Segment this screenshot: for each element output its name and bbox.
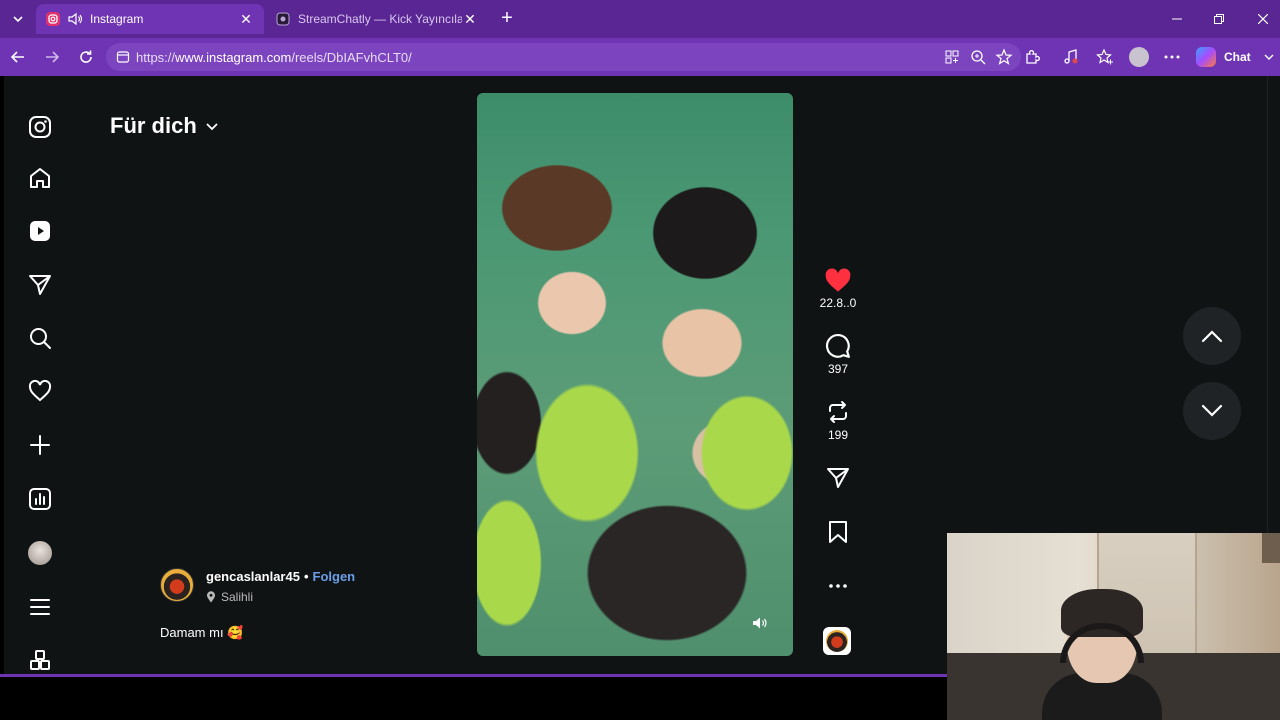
address-bar[interactable]: https://www.instagram.com/reels/DbIAFvhC…	[106, 43, 1021, 71]
direct-send-icon[interactable]	[26, 271, 54, 299]
new-tab-plus-icon[interactable]: +	[496, 8, 518, 30]
more-options-icon[interactable]	[824, 572, 852, 600]
site-info-icon[interactable]	[116, 50, 130, 64]
copilot-chat-button[interactable]: Chat	[1196, 45, 1275, 69]
previous-reel-button[interactable]	[1183, 307, 1241, 365]
location-pin-icon	[207, 591, 215, 603]
more-apps-icon[interactable]	[26, 646, 54, 674]
home-icon[interactable]	[26, 164, 54, 192]
liked-heart-icon[interactable]	[824, 266, 852, 294]
repost-action: 199	[809, 398, 867, 442]
app-install-icon[interactable]	[943, 48, 961, 66]
search-icon[interactable]	[26, 324, 54, 352]
restore-window-icon[interactable]	[1204, 8, 1234, 30]
back-arrow-icon[interactable]	[6, 45, 30, 69]
browser-tab-bar: Instagram ✕ StreamChatly — Kick Yayıncıl…	[0, 0, 1280, 38]
close-tab-icon[interactable]: ✕	[238, 11, 254, 28]
more-menu-icon[interactable]	[1162, 47, 1182, 67]
tab-actions-chevron-icon[interactable]	[6, 7, 30, 31]
chevron-down-icon	[1201, 404, 1223, 417]
heart-icon[interactable]	[26, 377, 54, 405]
instagram-favicon-icon	[46, 12, 60, 26]
more-action	[809, 572, 867, 600]
close-tab-icon[interactable]: ✕	[462, 11, 478, 28]
share-send-icon[interactable]	[824, 464, 852, 492]
tab-streamchatly[interactable]: StreamChatly — Kick Yayıncıları için ✕	[266, 4, 488, 34]
insights-icon[interactable]	[26, 485, 54, 513]
copilot-icon	[1196, 47, 1216, 67]
location[interactable]: Salihli	[206, 590, 253, 604]
next-reel-button[interactable]	[1183, 382, 1241, 440]
speaker-audio-icon[interactable]	[68, 12, 84, 26]
like-count: 22.8..0	[819, 296, 857, 310]
comment-count: 397	[827, 362, 849, 376]
close-window-icon[interactable]	[1248, 8, 1278, 30]
reel-caption: Damam mı 🥰	[160, 625, 244, 640]
streamchatly-favicon-icon	[276, 12, 290, 26]
follow-button[interactable]: Folgen	[313, 569, 356, 584]
chevron-down-icon	[206, 123, 218, 131]
url-text: https://www.instagram.com/reels/DbIAFvhC…	[136, 49, 412, 65]
zoom-icon[interactable]	[969, 48, 987, 66]
profile-avatar[interactable]	[1128, 46, 1150, 68]
like-action: 22.8..0	[809, 266, 867, 310]
reload-icon[interactable]	[74, 45, 98, 69]
tab-title: Instagram	[90, 12, 144, 26]
author-username[interactable]: gencaslanlar45	[206, 569, 300, 584]
comment-action: 397	[809, 332, 867, 376]
repost-count: 199	[827, 428, 849, 442]
favorite-star-icon[interactable]	[995, 48, 1013, 66]
menu-icon[interactable]	[26, 593, 54, 621]
comment-icon[interactable]	[824, 332, 852, 360]
feed-selector[interactable]: Für dich	[110, 113, 219, 139]
extensions-puzzle-icon[interactable]	[1022, 47, 1042, 67]
instagram-sidebar	[4, 76, 76, 674]
repost-icon[interactable]	[824, 398, 852, 426]
create-plus-icon[interactable]	[26, 431, 54, 459]
save-action	[809, 518, 867, 546]
tab-instagram[interactable]: Instagram ✕	[36, 4, 264, 34]
audio-toggle-icon[interactable]	[749, 612, 771, 634]
share-action	[809, 464, 867, 492]
chevron-down-icon	[1264, 54, 1274, 60]
webcam-overlay	[947, 533, 1280, 720]
location-label: Salihli	[221, 590, 254, 604]
media-control-icon[interactable]	[1061, 47, 1081, 67]
webcam-background-frame	[1262, 533, 1280, 563]
chat-label: Chat	[1224, 50, 1251, 64]
bookmark-icon[interactable]	[824, 518, 852, 546]
chevron-up-icon	[1201, 330, 1223, 343]
profile-avatar[interactable]	[26, 539, 54, 567]
separator: •	[303, 569, 309, 584]
audio-owner-avatar[interactable]	[823, 627, 851, 655]
tab-title: StreamChatly — Kick Yayıncıları için	[298, 12, 462, 26]
instagram-logo-icon[interactable]	[26, 113, 54, 141]
author-avatar[interactable]	[160, 568, 194, 602]
browser-toolbar: https://www.instagram.com/reels/DbIAFvhC…	[0, 38, 1280, 76]
forward-arrow-icon[interactable]	[40, 45, 64, 69]
window-bottom-border	[0, 674, 948, 677]
feed-title: Für dich	[110, 113, 197, 138]
reel-video[interactable]	[477, 93, 793, 656]
minimize-window-icon[interactable]	[1162, 8, 1192, 30]
favorites-collection-icon[interactable]	[1095, 47, 1115, 67]
reels-icon[interactable]	[26, 217, 54, 245]
